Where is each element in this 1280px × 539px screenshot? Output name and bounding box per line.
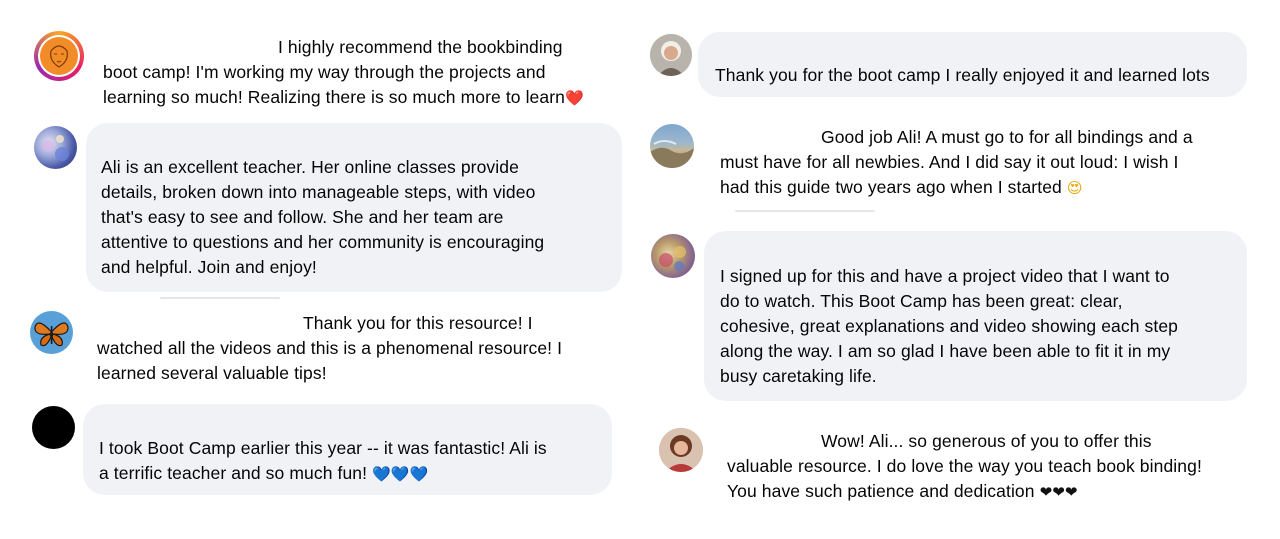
orange-sketch-portrait-avatar[interactable] xyxy=(34,31,84,81)
woman-portrait-avatar[interactable] xyxy=(659,428,703,472)
woman-portrait-icon xyxy=(659,428,703,472)
comment-line: busy caretaking life. xyxy=(720,366,877,386)
divider xyxy=(735,210,875,212)
comment-text: I took Boot Camp earlier this year -- it… xyxy=(99,436,547,486)
white-haired-person-avatar[interactable] xyxy=(650,34,692,76)
orange-sketch-portrait-icon xyxy=(38,35,80,77)
blue-hearts-emoji-icon: 💙💙💙 xyxy=(372,465,429,483)
comment-line: You have such patience and dedication ❤❤… xyxy=(727,479,1202,504)
comment-line: cohesive, great explanations and video s… xyxy=(720,316,1178,336)
comment-line: valuable resource. I do love the way you… xyxy=(727,456,1202,476)
colorful-photo-icon xyxy=(659,246,686,271)
comment-line: details, broken down into manageable ste… xyxy=(101,182,536,202)
comment-line-text: learning so much! Realizing there is so … xyxy=(103,87,565,107)
comment-text: I signed up for this and have a project … xyxy=(720,264,1178,389)
comment-line: had this guide two years ago when I star… xyxy=(720,175,1193,200)
black-hearts-emoji-icon: ❤❤❤ xyxy=(1039,483,1078,501)
comment-text: Good job Ali! A must go to for all bindi… xyxy=(720,125,1193,200)
blue-floral-avatar[interactable] xyxy=(34,126,77,169)
comment-line-text: a terrific teacher and so much fun! xyxy=(99,463,368,483)
comment-line-text: You have such patience and dedication xyxy=(727,481,1035,501)
comment-line: I signed up for this and have a project … xyxy=(720,266,1170,286)
comment-line: Good job Ali! A must go to for all bindi… xyxy=(821,127,1193,147)
comment-line: along the way. I am so glad I have been … xyxy=(720,341,1171,361)
comment-line: learning so much! Realizing there is so … xyxy=(103,85,584,110)
comment-line-text: had this guide two years ago when I star… xyxy=(720,177,1062,197)
comment-line: do to watch. This Boot Camp has been gre… xyxy=(720,291,1123,311)
black-circle-avatar[interactable] xyxy=(32,406,75,449)
comment-text: Ali is an excellent teacher. Her online … xyxy=(101,155,544,280)
divider xyxy=(160,297,280,299)
comment-text: I highly recommend the bookbinding boot … xyxy=(103,35,584,110)
comment-text: Thank you for this resource! I watched a… xyxy=(97,311,562,386)
comment-line: must have for all newbies. And I did say… xyxy=(720,152,1179,172)
comment-line: Thank you for the boot camp I really enj… xyxy=(715,65,1210,85)
comment-text: Thank you for the boot camp I really enj… xyxy=(715,63,1210,88)
comment-line: attentive to questions and her community… xyxy=(101,232,545,252)
comment-line: boot camp! I'm working my way through th… xyxy=(103,62,546,82)
comment-line: that's easy to see and follow. She and h… xyxy=(101,207,504,227)
comment-line: Thank you for this resource! I xyxy=(303,313,533,333)
comment-line: watched all the videos and this is a phe… xyxy=(97,338,563,358)
comment-line: Ali is an excellent teacher. Her online … xyxy=(101,157,519,177)
floral-photo-icon xyxy=(42,135,69,161)
comment-line: I took Boot Camp earlier this year -- it… xyxy=(99,438,547,458)
comment-line: Wow! Ali... so generous of you to offer … xyxy=(821,431,1152,451)
red-heart-emoji-icon: ❤️ xyxy=(565,89,584,107)
colorful-photo-avatar[interactable] xyxy=(651,234,695,278)
comment-line: and helpful. Join and enjoy! xyxy=(101,257,317,277)
monarch-butterfly-icon xyxy=(34,322,69,347)
comment-text: Wow! Ali... so generous of you to offer … xyxy=(727,429,1202,504)
landscape-photo-icon xyxy=(650,140,694,168)
monarch-butterfly-avatar[interactable] xyxy=(30,311,73,354)
person-portrait-icon xyxy=(650,34,692,76)
comment-line: a terrific teacher and so much fun! 💙💙💙 xyxy=(99,461,547,486)
heart-eyes-emoji-icon: 😍 xyxy=(1066,179,1083,197)
comment-line: learned several valuable tips! xyxy=(97,363,327,383)
landscape-photo-avatar[interactable] xyxy=(650,124,694,168)
comment-line: I highly recommend the bookbinding xyxy=(278,37,563,57)
